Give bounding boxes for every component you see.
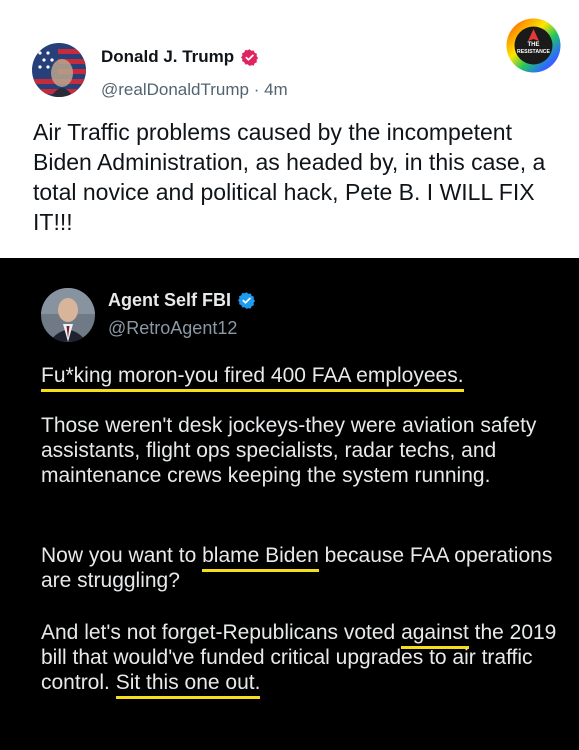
profile-photo-icon: [41, 288, 95, 342]
resistance-logo-icon: THE RESISTANCE: [506, 18, 561, 73]
resistance-badge: THE RESISTANCE: [505, 17, 562, 74]
author-handle-row: @realDonaldTrump · 4m: [101, 80, 288, 100]
reply-paragraph-4: And let's not forget-Republicans voted a…: [41, 620, 566, 699]
highlighted-text: Fu*king moron-you fired 400 FAA employee…: [41, 364, 464, 392]
text-segment: Now you want to: [41, 544, 203, 567]
author-name[interactable]: Agent Self FBI: [108, 290, 231, 311]
highlighted-text: blame Biden: [202, 544, 319, 572]
text-segment: And let's not forget-Republicans voted: [41, 621, 402, 644]
reply-tweet: Agent Self FBI @RetroAgent12 Fu*king mor…: [0, 258, 579, 750]
original-tweet: Donald J. Trump @realDonaldTrump · 4m TH…: [0, 0, 579, 258]
flag-avatar-icon: [32, 43, 86, 97]
author-handle[interactable]: @realDonaldTrump: [101, 80, 249, 99]
author-name-row: Agent Self FBI: [108, 290, 256, 311]
avatar[interactable]: [32, 43, 86, 97]
separator-dot: ·: [253, 80, 265, 99]
reply-paragraph-3: Now you want to blame Biden because FAA …: [41, 543, 566, 593]
verified-badge-icon: [237, 292, 256, 309]
highlighted-text: against: [401, 621, 469, 649]
avatar[interactable]: [41, 288, 95, 342]
author-name[interactable]: Donald J. Trump: [101, 47, 234, 67]
author-name-row: Donald J. Trump: [101, 47, 259, 67]
reply-paragraph-1: Fu*king moron-you fired 400 FAA employee…: [41, 363, 566, 392]
timestamp[interactable]: 4m: [264, 80, 288, 99]
badge-line-2: RESISTANCE: [517, 49, 551, 55]
highlighted-text: Sit this one out.: [115, 671, 261, 699]
badge-line-1: THE: [528, 42, 540, 48]
verified-badge-icon: [241, 48, 259, 66]
tweet-text: Air Traffic problems caused by the incom…: [33, 119, 546, 235]
reply-paragraph-2: Those weren't desk jockeys-they were avi…: [41, 414, 537, 487]
author-handle[interactable]: @RetroAgent12: [108, 318, 237, 339]
